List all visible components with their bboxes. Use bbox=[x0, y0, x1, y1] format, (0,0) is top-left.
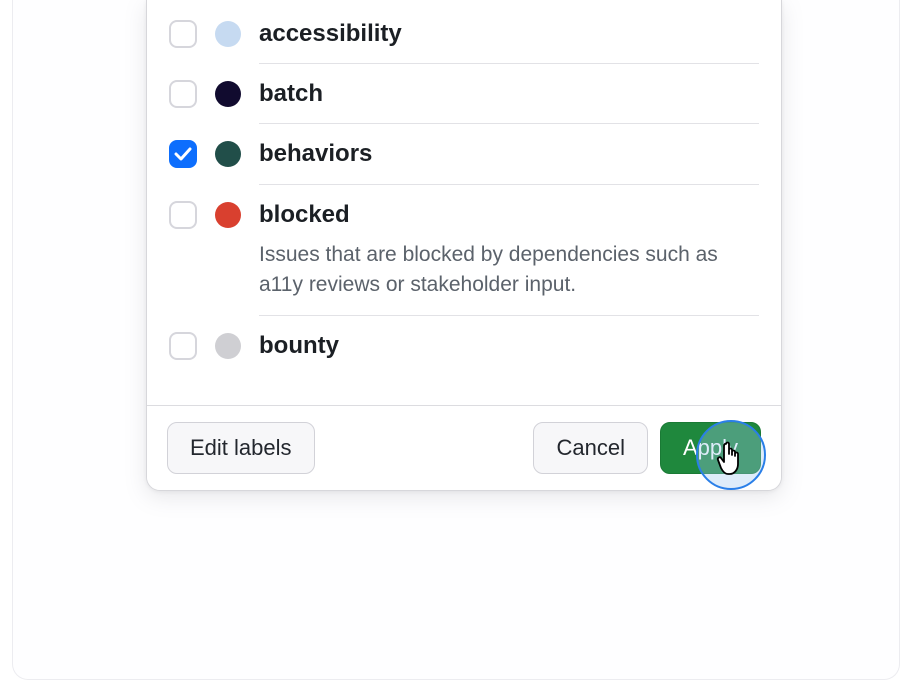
label-text-col: batch bbox=[259, 78, 759, 124]
label-row-behaviors[interactable]: behaviors bbox=[147, 124, 781, 184]
label-selection-popup: accessibility batch behaviors bbox=[146, 0, 782, 491]
label-text-col: blocked Issues that are blocked by depen… bbox=[259, 199, 759, 316]
label-name: blocked bbox=[259, 199, 759, 230]
checkbox-batch[interactable] bbox=[169, 80, 197, 108]
label-text-col: bounty bbox=[259, 330, 759, 375]
label-list: accessibility batch behaviors bbox=[147, 0, 781, 405]
checkbox-blocked[interactable] bbox=[169, 201, 197, 229]
label-color-dot bbox=[215, 141, 241, 167]
label-text-col: behaviors bbox=[259, 138, 759, 184]
cancel-button[interactable]: Cancel bbox=[533, 422, 647, 474]
checkbox-behaviors[interactable] bbox=[169, 140, 197, 168]
popup-footer: Edit labels Cancel Apply bbox=[147, 405, 781, 490]
label-row-accessibility[interactable]: accessibility bbox=[147, 4, 781, 64]
label-name: batch bbox=[259, 78, 759, 109]
label-name: bounty bbox=[259, 330, 759, 361]
edit-labels-button[interactable]: Edit labels bbox=[167, 422, 315, 474]
label-row-batch[interactable]: batch bbox=[147, 64, 781, 124]
checkbox-bounty[interactable] bbox=[169, 332, 197, 360]
apply-button[interactable]: Apply bbox=[660, 422, 761, 474]
label-description: Issues that are blocked by dependencies … bbox=[259, 240, 759, 301]
label-color-dot bbox=[215, 21, 241, 47]
label-row-bounty[interactable]: bounty bbox=[147, 316, 781, 375]
label-color-dot bbox=[215, 81, 241, 107]
checkbox-accessibility[interactable] bbox=[169, 20, 197, 48]
label-color-dot bbox=[215, 202, 241, 228]
label-text-col: accessibility bbox=[259, 18, 759, 64]
label-color-dot bbox=[215, 333, 241, 359]
label-name: behaviors bbox=[259, 138, 759, 169]
label-name: accessibility bbox=[259, 18, 759, 49]
label-row-blocked[interactable]: blocked Issues that are blocked by depen… bbox=[147, 185, 781, 316]
check-icon bbox=[174, 147, 192, 161]
